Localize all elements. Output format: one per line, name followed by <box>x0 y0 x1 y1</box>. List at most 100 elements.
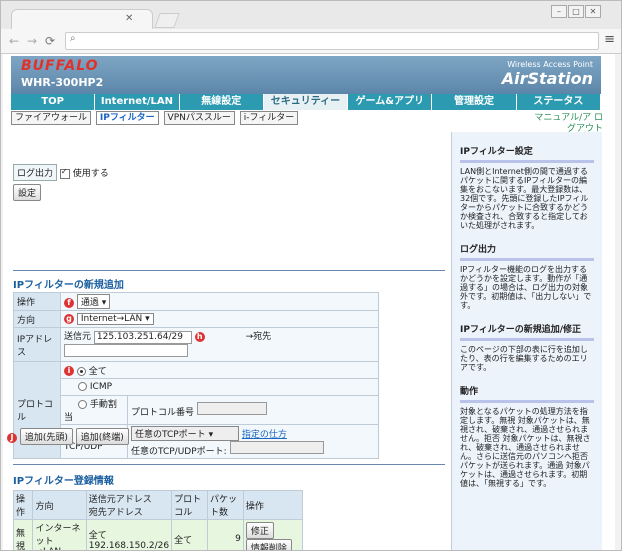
new-tab-button[interactable] <box>154 13 180 28</box>
source-label: 送信元 <box>64 332 92 342</box>
tab-bar: ✕ – □ ✕ <box>1 1 621 30</box>
airstation-logo: AirStation <box>501 69 593 88</box>
direction-value: Internet→LAN <box>80 314 143 324</box>
direction-label: 方向 <box>13 310 61 328</box>
subnav-vpn-passthrough[interactable]: VPNパススルー <box>163 111 235 125</box>
col-actions: 操作 <box>242 490 304 520</box>
badge-h: h <box>194 331 205 342</box>
delete-button[interactable]: 情報削除 <box>245 539 292 550</box>
col-address: 送信元アドレス 宛先アドレス <box>85 490 173 520</box>
registered-table: 操作 方向 送信元アドレス 宛先アドレス プロトコル パケット数 操作 無視 イ… <box>12 490 304 550</box>
operation-label: 操作 <box>13 292 61 311</box>
nav-top[interactable]: TOP <box>11 94 96 110</box>
col-direction: 方向 <box>32 490 87 520</box>
col-protocol: プロトコル <box>171 490 208 520</box>
protocol-manual-label: 手動割当 <box>64 400 117 423</box>
log-output-label: ログ出力 <box>13 164 58 181</box>
col-packets: パケット数 <box>206 490 244 520</box>
nav-security[interactable]: セキュリティー <box>263 94 349 110</box>
forward-icon[interactable]: → <box>27 34 37 48</box>
chevron-down-icon: ▾ <box>101 298 107 308</box>
protocol-icmp-radio[interactable] <box>78 382 87 391</box>
nav-game-app[interactable]: ゲーム&アプリ <box>348 94 433 110</box>
tcp-port-select[interactable]: 任意のTCPポート ▾ <box>131 426 239 441</box>
search-icon: ⌕ <box>70 33 76 44</box>
subnav-firewall[interactable]: ファイアウォール <box>11 111 92 125</box>
sub-nav: ファイアウォール IPフィルター VPNパススルー i-フィルター <box>11 111 451 125</box>
help-sidebar: IPフィルター設定 LAN側とInternet側の間で通過するパケットに関するI… <box>451 132 602 550</box>
model-name: WHR-300HP2 <box>21 76 104 89</box>
help-title-log: ログ出力 <box>460 242 594 261</box>
close-tab-icon[interactable]: ✕ <box>125 13 133 24</box>
nav-wireless[interactable]: 無線設定 <box>179 94 264 110</box>
protocol-icmp-label: ICMP <box>89 382 113 392</box>
help-text-ip-filter: LAN側とInternet側の間で通過するパケットに関するIPフィルターの編集を… <box>460 167 589 230</box>
browser-tab[interactable]: ✕ <box>11 9 153 30</box>
operation-value: 通過 <box>80 298 99 308</box>
help-text-new-filter: このページの下部の表に行を追加したり、表の行を編集するためのエリアです。 <box>460 345 588 372</box>
log-enable-label: 使用する <box>72 169 109 179</box>
registered-title: IPフィルター登録情報 <box>13 476 114 487</box>
help-title-ip-filter: IPフィルター設定 <box>460 144 594 163</box>
minimize-button[interactable]: – <box>551 5 567 18</box>
reload-icon[interactable]: ⟳ <box>45 34 55 48</box>
row-address: 全て 192.168.150.2/26 <box>85 519 173 550</box>
any-port-label: 任意のTCP/UDPポート: <box>131 447 227 457</box>
divider <box>13 270 445 271</box>
protocol-all-label: 全て <box>88 366 107 377</box>
protocol-number-input[interactable] <box>196 402 267 415</box>
source-address-input[interactable]: 125.103.251.64/29 <box>93 331 192 344</box>
nav-admin[interactable]: 管理設定 <box>432 94 517 110</box>
router-page: BUFFALO WHR-300HP2 Wireless Access Point… <box>3 54 615 550</box>
browser-window: ✕ – □ ✕ ← → ⟳ ⌕ ≡ BUFFALO WHR-300HP2 Wir… <box>0 0 622 551</box>
new-filter-title: IPフィルターの新規追加 <box>13 280 124 291</box>
help-title-action: 動作 <box>460 384 594 403</box>
close-window-button[interactable]: ✕ <box>585 5 601 18</box>
destination-address-input[interactable] <box>64 344 188 357</box>
chevron-down-icon: ▾ <box>145 314 150 324</box>
tcp-port-value: 任意のTCPポート <box>135 430 206 440</box>
help-text-log: IPフィルター機能のログを出力するかどうかを設定します。動作が「通過する」の場合… <box>460 265 592 310</box>
log-enable-checkbox[interactable] <box>59 167 70 179</box>
back-icon[interactable]: ← <box>9 34 19 48</box>
subnav-ip-filter[interactable]: IPフィルター <box>95 111 159 125</box>
badge-g: g <box>64 313 74 324</box>
set-button[interactable]: 設定 <box>13 184 42 201</box>
add-last-button[interactable]: 追加(終端) <box>75 428 129 445</box>
protocol-all-radio[interactable] <box>76 366 86 376</box>
menu-icon[interactable]: ≡ <box>604 32 615 47</box>
table-row: 無視 インターネット →LAN 全て 192.168.150.2/26 全て 9… <box>12 519 304 550</box>
add-first-button[interactable]: 追加(先頭) <box>19 428 73 445</box>
badge-f: f <box>64 297 74 308</box>
row-direction: インターネット →LAN <box>32 519 87 550</box>
col-operation: 操作 <box>12 490 34 520</box>
maximize-button[interactable]: □ <box>568 5 584 18</box>
help-title-new-filter: IPフィルターの新規追加/修正 <box>460 322 594 341</box>
protocol-number-label: プロトコル番号 <box>131 408 195 418</box>
add-buttons-row: J 追加(先頭) 追加(終端) <box>7 428 129 445</box>
log-output-row: ログ出力 使用する <box>13 164 109 181</box>
ip-address-label: IPアドレス <box>13 327 61 362</box>
subnav-i-filter[interactable]: i-フィルター <box>239 111 299 125</box>
any-port-input[interactable] <box>229 441 324 454</box>
set-button-wrap: 設定 <box>13 184 42 201</box>
row-actions: 修正 情報削除 <box>242 519 304 550</box>
nav-status[interactable]: ステータス <box>516 94 601 110</box>
product-type: Wireless Access Point <box>507 60 593 69</box>
badge-j: J <box>7 432 17 443</box>
buffalo-logo: BUFFALO <box>21 58 99 74</box>
destination-label: →宛先 <box>245 332 272 342</box>
badge-i: i <box>64 366 74 376</box>
operation-select[interactable]: 通過 ▾ <box>76 294 111 309</box>
direction-select[interactable]: Internet→LAN ▾ <box>76 313 154 325</box>
address-bar[interactable]: ⌕ <box>65 32 599 50</box>
protocol-manual-radio[interactable] <box>78 400 87 409</box>
spec-help-link[interactable]: 指定の仕方 <box>242 430 287 440</box>
row-protocol: 全て <box>171 519 208 550</box>
browser-toolbar: ← → ⟳ ⌕ ≡ <box>1 29 621 54</box>
row-op: 無視 <box>12 519 34 550</box>
edit-button[interactable]: 修正 <box>245 522 274 539</box>
row-packets: 9 <box>206 519 244 550</box>
nav-internet-lan[interactable]: Internet/LAN <box>95 94 180 110</box>
divider <box>13 464 445 465</box>
